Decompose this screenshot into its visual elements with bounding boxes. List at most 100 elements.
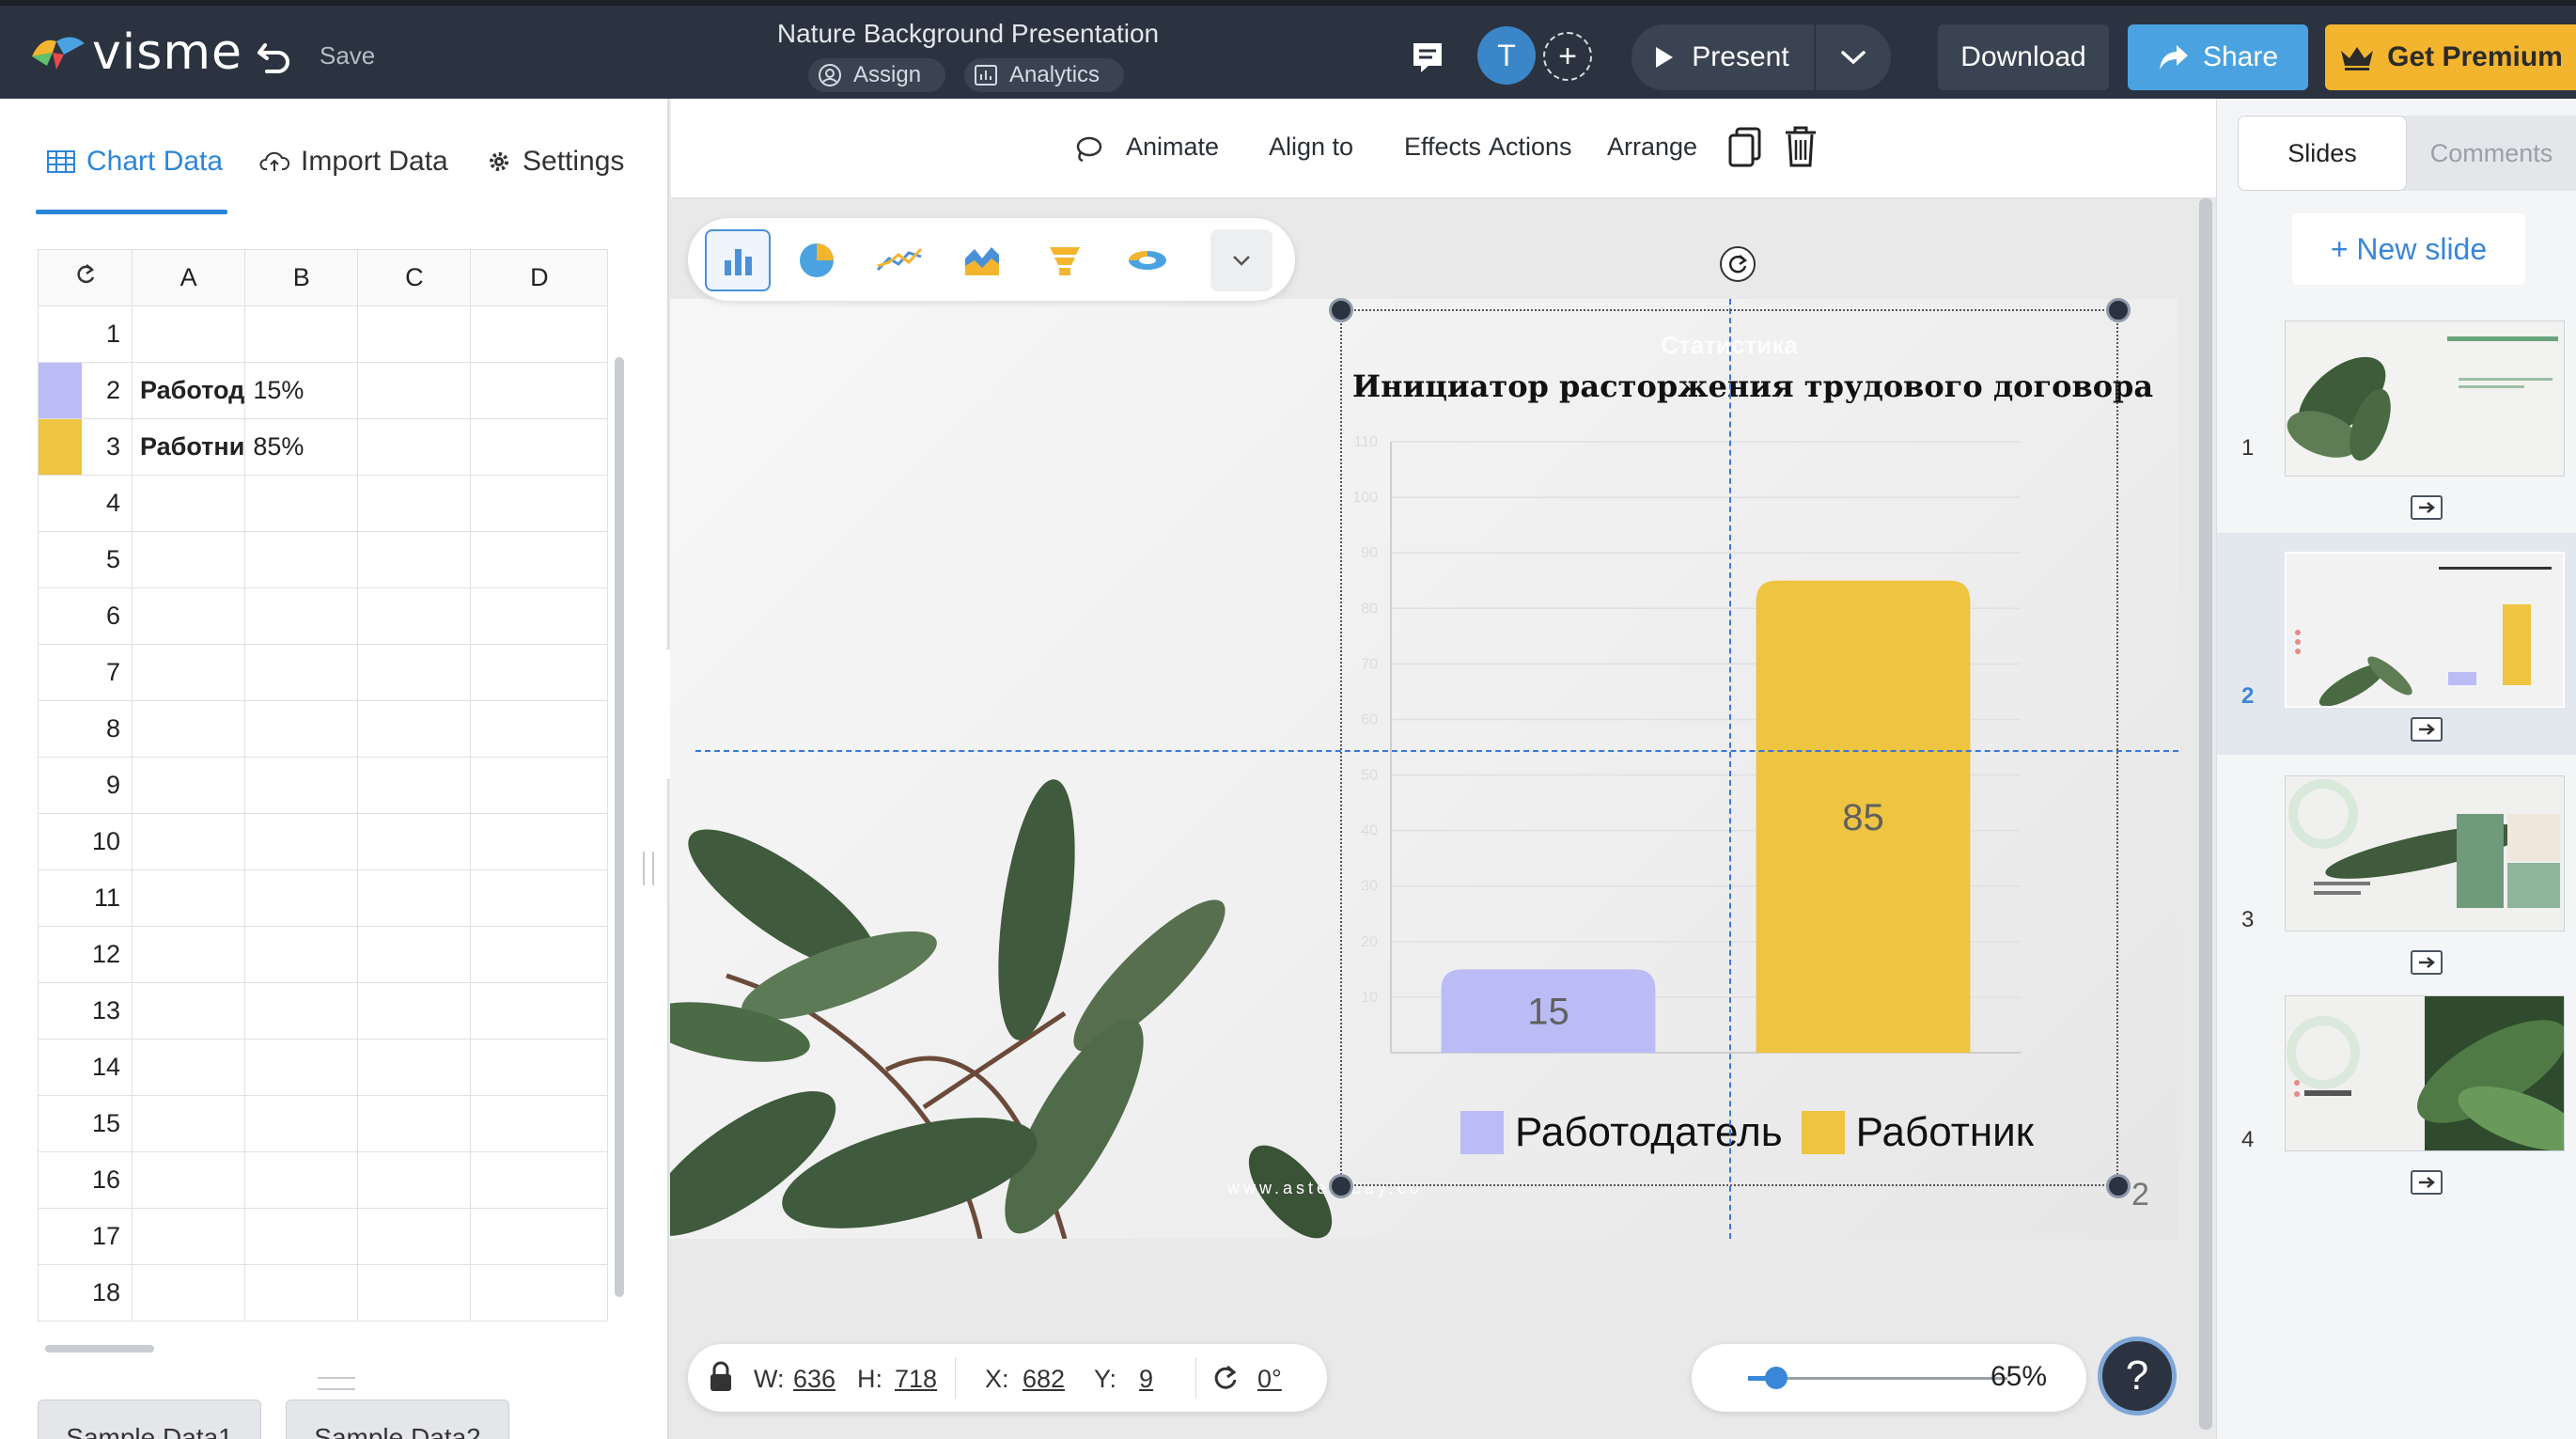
grid-cell-d[interactable] [470, 531, 609, 588]
slide-transition-icon[interactable] [2411, 495, 2443, 520]
grid-cell-c[interactable] [357, 757, 472, 814]
grid-cell-a[interactable] [131, 587, 246, 645]
row-number[interactable]: 1 [38, 305, 133, 363]
grid-cell-d[interactable] [470, 1095, 609, 1152]
slide-thumbnail[interactable] [2285, 321, 2565, 477]
document-title[interactable]: Nature Background Presentation [752, 19, 1184, 49]
slide-thumbnail-row-active[interactable]: 2 [2217, 533, 2576, 755]
user-avatar[interactable]: T [1477, 26, 1536, 85]
panel-resize-grip[interactable] [643, 852, 654, 885]
tab-slides[interactable]: Slides [2238, 116, 2407, 191]
grid-cell-d[interactable] [470, 305, 609, 363]
refresh-button[interactable] [38, 249, 133, 306]
grid-cell-d[interactable] [470, 587, 609, 645]
grid-cell-a[interactable] [131, 926, 246, 983]
row-number[interactable]: 3 [38, 418, 133, 476]
grid-cell-a[interactable] [131, 700, 246, 758]
grid-cell-c[interactable] [357, 531, 472, 588]
donut-chart-type-button[interactable] [1115, 229, 1180, 291]
align-to-button[interactable]: Align to [1269, 133, 1353, 162]
grid-cell-b[interactable] [244, 531, 359, 588]
grid-cell-c[interactable] [357, 475, 472, 532]
sample-data-2-button[interactable]: Sample Data2 [286, 1400, 509, 1439]
row-number[interactable]: 14 [38, 1039, 133, 1096]
grid-cell-c[interactable] [357, 1095, 472, 1152]
bar-chart-type-button[interactable] [705, 229, 771, 291]
column-header-c[interactable]: C [357, 249, 472, 306]
grid-cell-d[interactable] [470, 982, 609, 1040]
grid-cell-d[interactable] [470, 1264, 609, 1322]
pie-chart-type-button[interactable] [784, 229, 850, 291]
tab-import-data[interactable]: Import Data [259, 146, 448, 178]
line-chart-type-button[interactable] [866, 229, 932, 291]
area-chart-type-button[interactable] [949, 229, 1015, 291]
undo-icon[interactable] [254, 36, 295, 77]
row-number[interactable]: 9 [38, 757, 133, 814]
grid-cell-a[interactable] [131, 1151, 246, 1209]
canvas-vertical-scrollbar[interactable] [2199, 198, 2212, 1430]
grid-cell-a[interactable]: Работни [131, 418, 246, 476]
row-number[interactable]: 16 [38, 1151, 133, 1209]
analytics-button[interactable]: Analytics [964, 58, 1124, 92]
slide-transition-icon[interactable] [2411, 1170, 2443, 1195]
grid-cell-c[interactable] [357, 587, 472, 645]
width-value[interactable]: 636 [793, 1365, 835, 1394]
assign-button[interactable]: Assign [808, 58, 945, 92]
column-header-b[interactable]: B [244, 249, 359, 306]
grid-cell-c[interactable] [357, 418, 472, 476]
grid-cell-d[interactable] [470, 700, 609, 758]
help-button[interactable]: ? [2098, 1337, 2177, 1416]
grid-cell-c[interactable] [357, 700, 472, 758]
row-number[interactable]: 11 [38, 869, 133, 927]
grid-cell-a[interactable] [131, 869, 246, 927]
grid-cell-d[interactable] [470, 813, 609, 870]
grid-cell-b[interactable] [244, 1264, 359, 1322]
row-number[interactable]: 15 [38, 1095, 133, 1152]
grid-cell-a[interactable] [131, 644, 246, 701]
grid-cell-a[interactable]: Работод [131, 362, 246, 419]
resize-handle-top-left[interactable] [1329, 298, 1353, 322]
grid-cell-b[interactable]: 85% [244, 418, 359, 476]
grid-cell-b[interactable] [244, 587, 359, 645]
grid-cell-c[interactable] [357, 1039, 472, 1096]
row-number[interactable]: 2 [38, 362, 133, 419]
present-options-dropdown[interactable] [1816, 24, 1891, 90]
row-number[interactable]: 13 [38, 982, 133, 1040]
grid-cell-d[interactable] [470, 1039, 609, 1096]
grid-cell-a[interactable] [131, 475, 246, 532]
grid-cell-b[interactable] [244, 475, 359, 532]
row-number[interactable]: 4 [38, 475, 133, 532]
rotate-handle[interactable] [1720, 246, 1756, 282]
grid-cell-b[interactable] [244, 1151, 359, 1209]
resize-handle-top-right[interactable] [2106, 298, 2131, 322]
actions-button[interactable]: Actions [1489, 133, 1572, 162]
grid-cell-d[interactable] [470, 869, 609, 927]
grid-cell-b[interactable] [244, 926, 359, 983]
visme-logo[interactable]: visme [28, 28, 242, 77]
row-number[interactable]: 17 [38, 1208, 133, 1265]
zoom-slider-handle[interactable] [1765, 1367, 1788, 1389]
series-color-swatch[interactable] [39, 419, 82, 475]
grid-cell-a[interactable] [131, 757, 246, 814]
grid-cell-a[interactable] [131, 531, 246, 588]
grid-cell-b[interactable] [244, 757, 359, 814]
grid-cell-b[interactable] [244, 1208, 359, 1265]
share-button[interactable]: Share [2128, 24, 2308, 90]
copy-icon[interactable] [1727, 125, 1763, 168]
row-number[interactable]: 5 [38, 531, 133, 588]
funnel-chart-type-button[interactable] [1032, 229, 1098, 291]
slide-transition-icon[interactable] [2411, 717, 2443, 742]
get-premium-button[interactable]: Get Premium [2325, 24, 2576, 90]
slide-thumbnail[interactable] [2285, 995, 2565, 1151]
grid-cell-b[interactable] [244, 700, 359, 758]
grid-cell-c[interactable] [357, 1264, 472, 1322]
grid-cell-a[interactable] [131, 305, 246, 363]
slide-thumbnail-row[interactable]: 1 [2217, 321, 2576, 533]
grid-cell-b[interactable] [244, 305, 359, 363]
row-number[interactable]: 12 [38, 926, 133, 983]
lock-icon[interactable] [709, 1361, 733, 1393]
slide-thumbnail[interactable] [2285, 552, 2565, 708]
grid-cell-c[interactable] [357, 362, 472, 419]
grid-cell-a[interactable] [131, 1095, 246, 1152]
grid-cell-a[interactable] [131, 1264, 246, 1322]
